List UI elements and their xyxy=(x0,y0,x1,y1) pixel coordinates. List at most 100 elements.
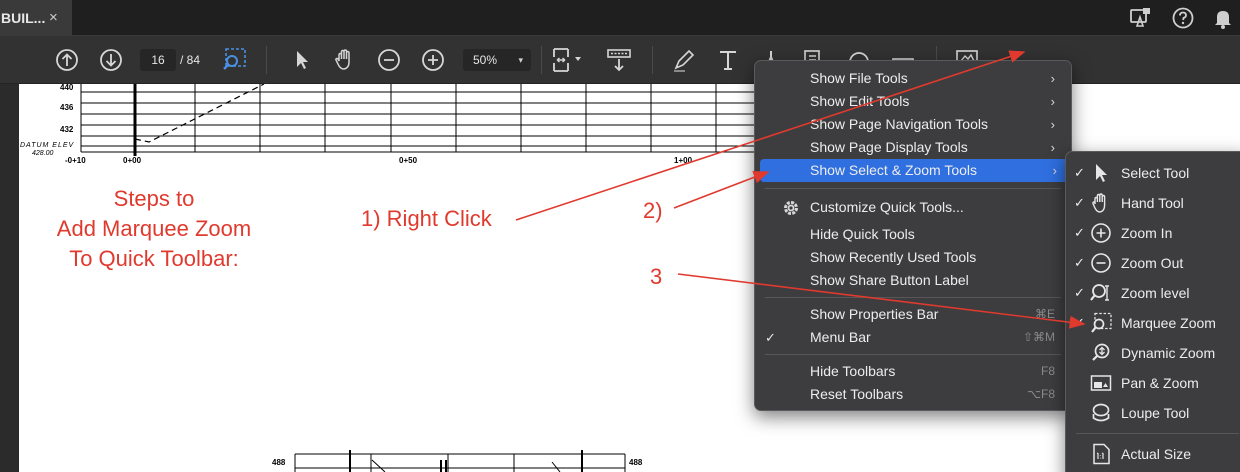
add-text-icon[interactable] xyxy=(715,47,741,73)
menu-item-label: Show File Tools xyxy=(810,70,908,86)
highlight-pen-icon[interactable] xyxy=(671,47,697,73)
scrolling-mode-icon[interactable] xyxy=(606,47,632,73)
hand-tool-icon[interactable] xyxy=(332,47,358,73)
pan-zoom-icon xyxy=(1090,372,1112,394)
menu-item-show-page-navigation-tools[interactable]: Show Page Navigation Tools › xyxy=(755,113,1071,136)
menu-item-label: Show Share Button Label xyxy=(810,272,969,288)
checkmark-icon: ✓ xyxy=(765,330,776,345)
elevation-label: 436 xyxy=(60,103,74,112)
menu-item-show-properties-bar[interactable]: Show Properties Bar ⌘E xyxy=(755,303,1071,326)
submenu-item-actual-size[interactable]: Actual Size xyxy=(1066,439,1240,469)
toolbar-divider xyxy=(266,46,267,74)
chevron-right-icon: › xyxy=(1050,94,1055,109)
menu-item-label: Show Page Navigation Tools xyxy=(810,116,988,132)
pointer-icon xyxy=(1090,162,1112,184)
elevation-label: 432 xyxy=(60,125,74,134)
menu-item-label: Menu Bar xyxy=(810,329,871,345)
submenu-item-loupe-tool[interactable]: Loupe Tool xyxy=(1066,398,1240,428)
submenu-item-dynamic-zoom[interactable]: Dynamic Zoom xyxy=(1066,338,1240,368)
loupe-icon xyxy=(1090,402,1112,424)
menu-divider xyxy=(765,188,1061,189)
submenu-item-zoom-out[interactable]: ✓ Zoom Out xyxy=(1066,248,1240,278)
share-screen-icon[interactable] xyxy=(1128,6,1152,30)
marquee-zoom-icon[interactable] xyxy=(221,47,247,73)
menu-item-customize-quick-tools[interactable]: Customize Quick Tools... xyxy=(755,196,1071,219)
tab-bar: BUIL... × xyxy=(0,0,1240,36)
menu-divider xyxy=(765,297,1061,298)
elevation-label: 488 xyxy=(629,458,643,467)
menu-item-hide-toolbars[interactable]: Hide Toolbars F8 xyxy=(755,360,1071,383)
zoom-out-icon[interactable] xyxy=(376,47,402,73)
step-3-label: 3 xyxy=(650,264,663,289)
submenu-item-select-tool[interactable]: ✓ Select Tool xyxy=(1066,158,1240,188)
menu-item-label: Show Edit Tools xyxy=(810,93,910,109)
menu-item-show-edit-tools[interactable]: Show Edit Tools › xyxy=(755,90,1071,113)
document-tab[interactable]: BUIL... × xyxy=(0,0,72,36)
menu-item-show-select-zoom-tools[interactable]: Show Select & Zoom Tools › xyxy=(760,159,1068,182)
toolbar-context-menu: Show File Tools › Show Edit Tools › Show P… xyxy=(754,60,1072,411)
chevron-down-icon: ▾ xyxy=(518,55,523,65)
instructions-line: To Quick Toolbar: xyxy=(69,246,239,271)
checkmark-icon: ✓ xyxy=(1074,255,1085,270)
page-total-label: / 84 xyxy=(180,53,201,67)
menu-item-label: Show Recently Used Tools xyxy=(810,249,977,265)
document-tab-title: BUIL... xyxy=(1,10,46,26)
minus-circle-icon xyxy=(1090,252,1112,274)
station-label: 0+00 xyxy=(123,156,142,165)
chevron-right-icon: › xyxy=(1050,140,1055,155)
shortcut-label: ⌘E xyxy=(1034,307,1055,321)
datum-value: 428.00 xyxy=(32,150,54,157)
zoom-level-icon xyxy=(1090,282,1112,304)
shortcut-label: ⌥F8 xyxy=(1027,387,1055,401)
menu-item-show-file-tools[interactable]: Show File Tools › xyxy=(755,67,1071,90)
station-label: 0+50 xyxy=(399,156,418,165)
next-page-icon[interactable] xyxy=(98,47,124,73)
submenu-item-hand-tool[interactable]: ✓ Hand Tool xyxy=(1066,188,1240,218)
menu-item-reset-toolbars[interactable]: Reset Toolbars ⌥F8 xyxy=(755,383,1071,406)
submenu-item-label: Zoom In xyxy=(1121,225,1173,241)
notifications-bell-icon[interactable] xyxy=(1211,6,1235,30)
menu-item-label: Customize Quick Tools... xyxy=(810,199,964,215)
menu-item-menu-bar[interactable]: ✓ Menu Bar ⇧⌘M xyxy=(755,326,1071,349)
marquee-zoom-icon xyxy=(1090,312,1112,334)
chevron-right-icon: › xyxy=(1052,163,1057,178)
station-label: -0+10 xyxy=(65,156,86,165)
submenu-item-label: Pan & Zoom xyxy=(1121,375,1199,391)
submenu-item-label: Actual Size xyxy=(1121,446,1192,462)
chevron-right-icon: › xyxy=(1050,117,1055,132)
submenu-item-marquee-zoom[interactable]: ✓ Marquee Zoom xyxy=(1066,308,1240,338)
menu-item-show-recently-used-tools[interactable]: Show Recently Used Tools xyxy=(755,246,1071,269)
menu-item-label: Show Select & Zoom Tools xyxy=(810,162,978,178)
select-zoom-tools-submenu: ✓ Select Tool ✓ Hand Tool ✓ Zoom In ✓ Zo… xyxy=(1065,151,1240,472)
page-display-icon[interactable] xyxy=(550,47,586,73)
zoom-level-value: 50% xyxy=(473,53,498,67)
help-icon[interactable] xyxy=(1171,6,1195,30)
menu-item-label: Show Properties Bar xyxy=(810,306,939,322)
instructions-line: Add Marquee Zoom xyxy=(56,216,252,241)
menu-item-hide-quick-tools[interactable]: Hide Quick Tools xyxy=(755,223,1071,246)
checkmark-icon: ✓ xyxy=(1074,285,1085,300)
submenu-item-pan-zoom[interactable]: Pan & Zoom xyxy=(1066,368,1240,398)
page-number-input[interactable]: 16 xyxy=(140,49,176,71)
station-label: 1+00 xyxy=(674,156,693,165)
zoom-level-dropdown[interactable]: 50% ▾ xyxy=(463,49,531,71)
submenu-item-zoom-level[interactable]: ✓ Zoom level xyxy=(1066,278,1240,308)
submenu-item-zoom-in[interactable]: ✓ Zoom In xyxy=(1066,218,1240,248)
previous-page-icon[interactable] xyxy=(54,47,80,73)
hand-icon xyxy=(1090,192,1112,214)
menu-divider xyxy=(765,354,1061,355)
menu-item-show-share-button-label[interactable]: Show Share Button Label xyxy=(755,269,1071,292)
menu-item-show-page-display-tools[interactable]: Show Page Display Tools › xyxy=(755,136,1071,159)
select-tool-icon[interactable] xyxy=(289,47,315,73)
checkmark-icon: ✓ xyxy=(1074,315,1085,330)
submenu-item-label: Zoom level xyxy=(1121,285,1190,301)
gear-icon xyxy=(782,199,800,217)
submenu-item-label: Marquee Zoom xyxy=(1121,315,1216,331)
plus-circle-icon xyxy=(1090,222,1112,244)
zoom-in-icon[interactable] xyxy=(420,47,446,73)
instructions-line: Steps to xyxy=(113,186,195,211)
chevron-right-icon: › xyxy=(1050,71,1055,86)
submenu-item-label: Loupe Tool xyxy=(1121,405,1190,421)
close-tab-icon[interactable]: × xyxy=(49,0,58,36)
instructions-text: Steps to Add Marquee Zoom To Quick Toolb… xyxy=(29,184,279,274)
